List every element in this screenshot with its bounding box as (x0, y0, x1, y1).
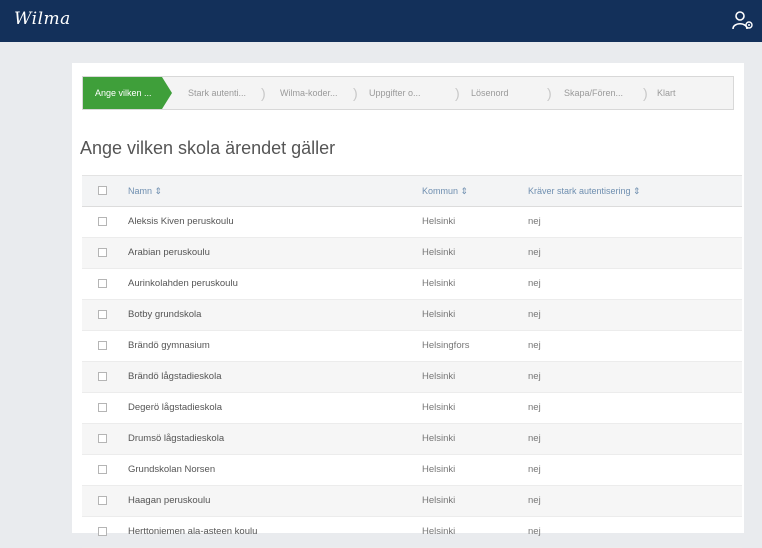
wizard-step-klart[interactable]: Klart (657, 77, 676, 109)
school-kommun: Helsinki (422, 402, 456, 413)
school-name: Aurinkolahden peruskoulu (128, 278, 238, 289)
wizard-separator: ) (353, 85, 358, 101)
table-row[interactable]: Haagan peruskoulu Helsinki nej (82, 486, 742, 517)
wizard-separator: ) (643, 85, 648, 101)
school-kommun: Helsinki (422, 495, 456, 506)
school-stark-autentisering: nej (528, 433, 541, 444)
school-kommun: Helsinki (422, 371, 456, 382)
school-stark-autentisering: nej (528, 526, 541, 537)
row-checkbox[interactable] (98, 217, 107, 226)
row-checkbox[interactable] (98, 465, 107, 474)
row-checkbox[interactable] (98, 434, 107, 443)
school-name: Arabian peruskoulu (128, 247, 210, 258)
row-checkbox[interactable] (98, 372, 107, 381)
school-kommun: Helsinki (422, 526, 456, 537)
school-table: Namn ⇕ Kommun ⇕ Kräver stark autentiseri… (82, 175, 742, 548)
school-name: Degerö lågstadieskola (128, 402, 223, 413)
school-kommun: Helsinki (422, 464, 456, 475)
wizard-step-stark-autentisering[interactable]: Stark autenti... (188, 77, 246, 109)
school-kommun: Helsinki (422, 216, 456, 227)
school-kommun: Helsinki (422, 433, 456, 444)
school-stark-autentisering: nej (528, 464, 541, 475)
school-stark-autentisering: nej (528, 278, 541, 289)
school-name: Brändö lågstadieskola (128, 371, 222, 382)
page-title: Ange vilken skola ärendet gäller (80, 138, 336, 158)
school-stark-autentisering: nej (528, 495, 541, 506)
school-kommun: Helsinki (422, 309, 456, 320)
school-name: Herttoniemen ala-asteen koulu (128, 526, 258, 537)
wizard-step-ange-vilken[interactable]: Ange vilken ... (83, 77, 172, 109)
table-row[interactable]: Drumsö lågstadieskola Helsinki nej (82, 424, 742, 455)
row-checkbox[interactable] (98, 403, 107, 412)
school-kommun: Helsingfors (422, 340, 470, 351)
school-kommun: Helsinki (422, 278, 456, 289)
user-settings-icon[interactable] (732, 9, 754, 31)
school-kommun: Helsinki (422, 247, 456, 258)
table-row[interactable]: Arabian peruskoulu Helsinki nej (82, 238, 742, 269)
column-header-name[interactable]: Namn ⇕ (128, 176, 162, 206)
wizard-separator: ) (455, 85, 460, 101)
column-header-stark-autentisering[interactable]: Kräver stark autentisering ⇕ (528, 176, 641, 206)
school-name: Brändö gymnasium (128, 340, 210, 351)
wizard-separator: ) (547, 85, 552, 101)
select-all-checkbox[interactable] (98, 186, 107, 195)
table-row[interactable]: Brändö lågstadieskola Helsinki nej (82, 362, 742, 393)
row-checkbox[interactable] (98, 496, 107, 505)
table-row[interactable]: Herttoniemen ala-asteen koulu Helsinki n… (82, 517, 742, 548)
table-body: Aleksis Kiven peruskoulu Helsinki nej Ar… (82, 207, 742, 548)
school-stark-autentisering: nej (528, 340, 541, 351)
row-checkbox[interactable] (98, 248, 107, 257)
school-stark-autentisering: nej (528, 402, 541, 413)
table-row[interactable]: Brändö gymnasium Helsingfors nej (82, 331, 742, 362)
school-name: Aleksis Kiven peruskoulu (128, 216, 234, 227)
school-name: Drumsö lågstadieskola (128, 433, 225, 444)
table-row[interactable]: Botby grundskola Helsinki nej (82, 300, 742, 331)
column-header-kommun[interactable]: Kommun ⇕ (422, 176, 468, 206)
school-name: Grundskolan Norsen (128, 464, 216, 475)
wizard-step-uppgifter[interactable]: Uppgifter o... (369, 77, 421, 109)
wilma-logo[interactable]: Wilma (14, 9, 71, 29)
wizard-step-wilma-koder[interactable]: Wilma-koder... (280, 77, 338, 109)
table-row[interactable]: Aleksis Kiven peruskoulu Helsinki nej (82, 207, 742, 238)
school-stark-autentisering: nej (528, 309, 541, 320)
content-card: Ange vilken ... Stark autenti... ) Wilma… (72, 63, 744, 548)
wizard-step-losenord[interactable]: Lösenord (471, 77, 509, 109)
wizard-steps: Ange vilken ... Stark autenti... ) Wilma… (82, 76, 734, 110)
row-checkbox[interactable] (98, 279, 107, 288)
school-stark-autentisering: nej (528, 247, 541, 258)
school-name: Botby grundskola (128, 309, 202, 320)
table-row[interactable]: Grundskolan Norsen Helsinki nej (82, 455, 742, 486)
wizard-separator: ) (261, 85, 266, 101)
school-stark-autentisering: nej (528, 371, 541, 382)
table-row[interactable]: Aurinkolahden peruskoulu Helsinki nej (82, 269, 742, 300)
school-stark-autentisering: nej (528, 216, 541, 227)
row-checkbox[interactable] (98, 341, 107, 350)
table-row[interactable]: Degerö lågstadieskola Helsinki nej (82, 393, 742, 424)
school-name: Haagan peruskoulu (128, 495, 211, 506)
wizard-step-skapa-forena[interactable]: Skapa/Fören... (564, 77, 623, 109)
table-header: Namn ⇕ Kommun ⇕ Kräver stark autentiseri… (82, 175, 742, 207)
row-checkbox[interactable] (98, 310, 107, 319)
top-navbar: Wilma (0, 0, 762, 42)
row-checkbox[interactable] (98, 527, 107, 536)
